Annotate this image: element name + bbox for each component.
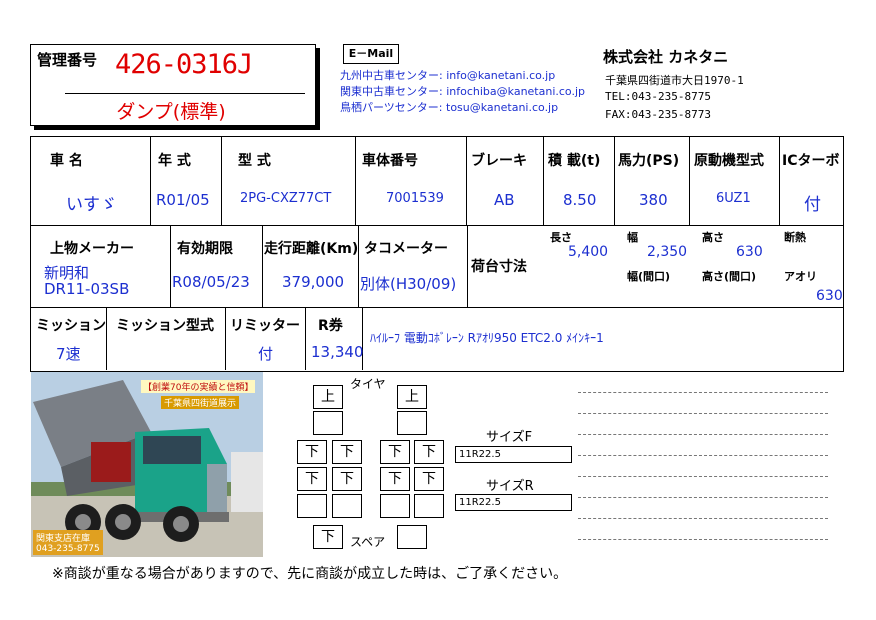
header-engine: 原動機型式 xyxy=(694,153,764,169)
header-tacho: タコメーター xyxy=(364,241,448,257)
label-height: 高さ xyxy=(702,231,724,244)
email-row-kyushu: 九州中古車センター: info@kanetani.co.jp xyxy=(340,69,556,82)
footer-note: ※商談が重なる場合がありますので、先に商談が成立した時は、ご了承ください。 xyxy=(52,566,568,582)
photo-footer-branch: 関東支店在庫 043-235-8775 xyxy=(33,530,103,555)
tire-front-right-box xyxy=(397,411,427,435)
tire-label: タイヤ xyxy=(350,377,386,391)
tire-rear1-right-inner: 下 xyxy=(380,440,410,464)
header-horsepower: 馬力(PS) xyxy=(618,153,680,169)
header-mission: ミッション xyxy=(36,318,106,334)
note-line xyxy=(578,497,828,498)
value-model: 2PG-CXZ77CT xyxy=(240,191,332,206)
value-height: 630 xyxy=(736,244,763,260)
size-f-value: 11R22.5 xyxy=(455,446,572,463)
value-brake: AB xyxy=(494,191,515,209)
header-brake: ブレーキ xyxy=(471,153,527,169)
value-width: 2,350 xyxy=(647,244,688,260)
tire-rear3-left-outer xyxy=(297,494,327,518)
management-label: 管理番号 xyxy=(37,51,98,69)
value-mileage: 379,000 xyxy=(282,273,345,291)
header-cargo-dimensions: 荷台寸法 xyxy=(471,259,527,275)
header-car-name: 車 名 xyxy=(50,153,83,169)
tire-front-left-upper: 上 xyxy=(313,385,343,409)
label-aori: アオリ xyxy=(784,270,817,283)
company-fax: FAX:043-235-8773 xyxy=(605,108,711,121)
header-mileage: 走行距離(Km) xyxy=(264,241,359,257)
header-mission-type: ミッション型式 xyxy=(116,318,214,334)
header-limiter: リミッター xyxy=(230,318,300,334)
email-link-kyushu[interactable]: info@kanetani.co.jp xyxy=(446,69,555,82)
note-line xyxy=(578,413,828,414)
truck-photo: 【創業70年の実績と信頼】 千葉県四街道展示 関東支店在庫 043-235-87… xyxy=(31,372,263,557)
value-mission: 7速 xyxy=(56,345,81,363)
tire-rear2-right-inner: 下 xyxy=(380,467,410,491)
tire-front-right-upper: 上 xyxy=(397,385,427,409)
tire-front-left-box xyxy=(313,411,343,435)
value-expiry: R08/05/23 xyxy=(172,273,250,291)
header-chassis: 車体番号 xyxy=(362,153,418,169)
value-engine: 6UZ1 xyxy=(716,191,751,206)
note-line xyxy=(578,518,828,519)
label-insulation: 断熱 xyxy=(784,231,806,244)
tire-spare-right xyxy=(397,525,427,549)
header-r-ken: R券 xyxy=(318,318,343,334)
label-inner-height: 高さ(間口) xyxy=(702,270,757,283)
email-link-kanto[interactable]: infochiba@kanetani.co.jp xyxy=(446,85,585,98)
header-turbo: ICターボ xyxy=(782,153,840,169)
company-tel: TEL:043-235-8775 xyxy=(605,90,711,103)
value-body-model: DR11-03SB xyxy=(44,280,130,298)
email-row-tosu: 鳥栖パーツセンター: tosu@kanetani.co.jp xyxy=(340,101,559,114)
size-r-label: サイズR xyxy=(486,479,534,494)
header-model: 型 式 xyxy=(238,153,271,169)
tire-spare-left: 下 xyxy=(313,525,343,549)
tire-rear3-left-inner xyxy=(332,494,362,518)
header-body-maker: 上物メーカー xyxy=(50,241,134,257)
value-aori: 630 xyxy=(816,288,843,304)
email-link-tosu[interactable]: tosu@kanetani.co.jp xyxy=(446,101,558,114)
note-line xyxy=(578,539,828,540)
value-options: ﾊｲﾙｰﾌ 電動ｺﾎﾞﾚｰﾝ Rｱｵﾘ950 ETC2.0 ﾒｲﾝｷｰ1 xyxy=(370,331,604,345)
value-length: 5,400 xyxy=(568,244,609,260)
note-line xyxy=(578,392,828,393)
value-turbo: 付 xyxy=(804,195,821,215)
tire-rear2-right-outer: 下 xyxy=(414,467,444,491)
company-address: 千葉県四街道市大日1970-1 xyxy=(605,74,744,87)
tire-rear3-right-inner xyxy=(380,494,410,518)
header-year: 年 式 xyxy=(158,153,191,169)
photo-banner-showroom: 千葉県四街道展示 xyxy=(161,396,240,409)
management-number: 426-0316J xyxy=(115,49,253,80)
label-inner-width: 幅(間口) xyxy=(627,270,671,283)
company-name: 株式会社 カネタニ xyxy=(603,48,729,66)
vehicle-type: ダンプ(標準) xyxy=(116,101,226,123)
tire-rear2-left-inner: 下 xyxy=(332,467,362,491)
size-r-value: 11R22.5 xyxy=(455,494,572,511)
value-car-name: いすゞ xyxy=(66,195,117,215)
value-year: R01/05 xyxy=(156,191,210,209)
photo-banner-history: 【創業70年の実績と信頼】 xyxy=(141,380,256,393)
header-load: 積 載(t) xyxy=(548,153,601,169)
spare-label: スペア xyxy=(350,535,386,549)
tire-rear1-left-outer: 下 xyxy=(297,440,327,464)
tire-rear1-right-outer: 下 xyxy=(414,440,444,464)
note-line xyxy=(578,434,828,435)
email-row-kanto: 関東中古車センター: infochiba@kanetani.co.jp xyxy=(340,85,586,98)
tire-rear1-left-inner: 下 xyxy=(332,440,362,464)
tire-rear2-left-outer: 下 xyxy=(297,467,327,491)
value-load: 8.50 xyxy=(563,191,597,209)
email-label-box: E－Mail xyxy=(343,44,399,64)
label-length: 長さ xyxy=(550,231,572,244)
value-r-ken: 13,340 xyxy=(311,343,364,361)
value-tacho: 別体(H30/09) xyxy=(360,275,457,293)
value-limiter: 付 xyxy=(258,345,274,363)
management-box: 管理番号 426-0316J ダンプ(標準) xyxy=(30,44,316,126)
tire-rear3-right-outer xyxy=(414,494,444,518)
size-f-label: サイズF xyxy=(486,430,533,445)
management-divider xyxy=(65,93,305,94)
note-line xyxy=(578,455,828,456)
value-chassis: 7001539 xyxy=(386,191,444,206)
label-width: 幅 xyxy=(627,231,638,244)
header-expiry: 有効期限 xyxy=(177,241,233,257)
value-horsepower: 380 xyxy=(639,191,668,209)
note-line xyxy=(578,476,828,477)
